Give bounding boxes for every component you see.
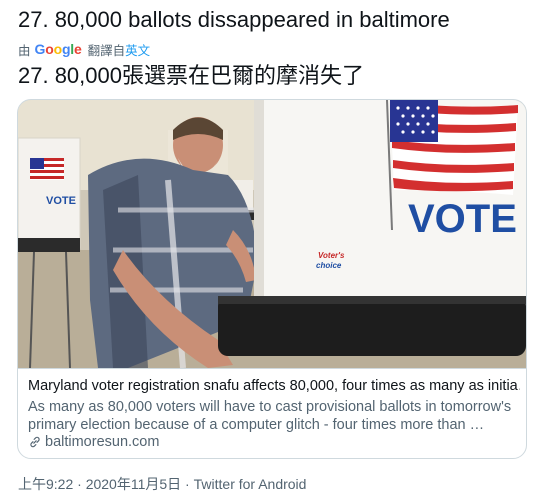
card-image[interactable]: VOTE VOTE Voter's choice (18, 100, 526, 368)
card-domain-text: baltimoresun.com (45, 434, 160, 450)
link-icon (30, 436, 40, 448)
translation-attribution: 由 Google 翻譯自 英文 (18, 40, 150, 58)
small-vote-text: VOTE (46, 195, 76, 207)
vote-text: VOTE (408, 197, 517, 241)
tweet-date[interactable]: 2020年11月5日 (86, 476, 181, 492)
source-language-link[interactable]: 英文 (125, 40, 150, 59)
card-domain[interactable]: baltimoresun.com (28, 434, 159, 450)
translated-tweet-text: 27. 80,000張選票在巴爾的摩消失了 (18, 63, 364, 88)
meta-separator-2: · (181, 476, 194, 492)
translated-from-label: 翻譯自 (87, 43, 126, 58)
card-title[interactable]: Maryland voter registration snafu affect… (28, 377, 520, 396)
tweet-client[interactable]: Twitter for Android (194, 476, 307, 492)
brand-text-line1: Voter's (318, 251, 345, 260)
meta-separator-1: · (73, 476, 86, 492)
link-card[interactable]: VOTE VOTE Voter's choice Maryland voter … (17, 99, 527, 459)
card-description: As many as 80,000 voters will have to ca… (28, 399, 512, 433)
tweet-time[interactable]: 上午9:22 (18, 476, 73, 492)
tweet-text: 27. 80,000 ballots dissappeared in balti… (18, 7, 450, 32)
tweet-meta: 上午9:22 · 2020年11月5日 · Twitter for Androi… (18, 474, 306, 494)
card-body[interactable]: Maryland voter registration snafu affect… (18, 368, 526, 458)
translated-by-prefix: 由 (18, 43, 31, 58)
google-logo[interactable]: Google (35, 41, 82, 57)
brand-text-line2: choice (316, 261, 342, 270)
